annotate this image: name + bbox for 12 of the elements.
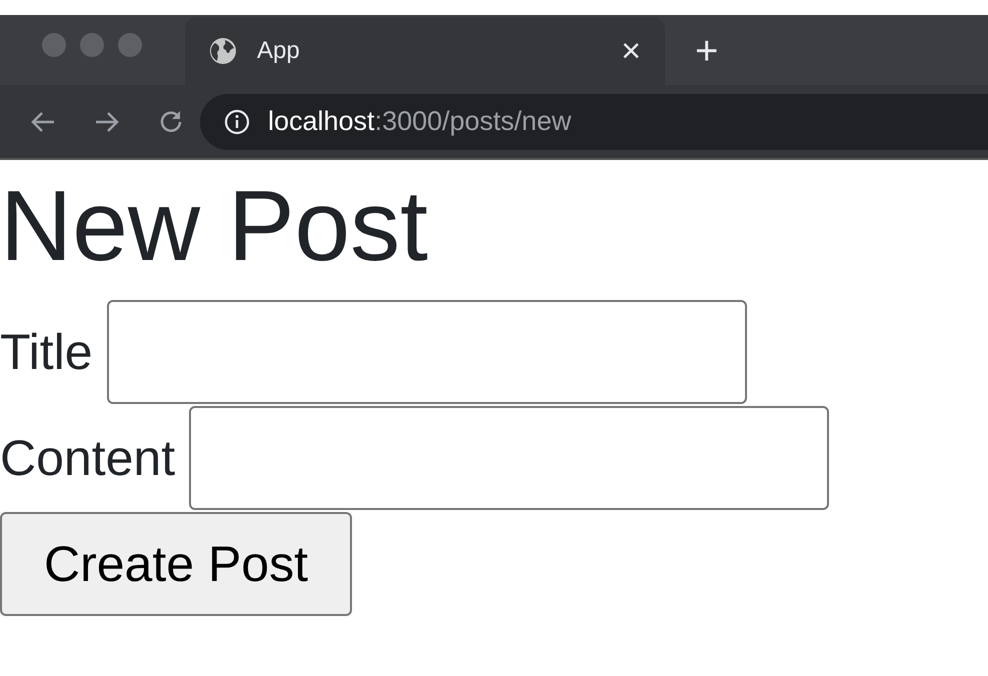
page-heading: New Post [0, 170, 429, 282]
create-post-button[interactable]: Create Post [0, 512, 352, 616]
close-tab-button[interactable]: × [611, 34, 651, 68]
info-icon [224, 108, 250, 134]
address-bar[interactable]: localhost:3000/posts/new [200, 94, 988, 150]
browser-tab[interactable]: App × [185, 17, 665, 85]
input-field[interactable] [106, 300, 747, 404]
field-label: Title [0, 323, 93, 381]
globe-icon [209, 37, 237, 65]
input-field[interactable] [189, 406, 830, 510]
new-tab-button[interactable]: + [695, 31, 718, 71]
field-label: Content [0, 429, 176, 487]
